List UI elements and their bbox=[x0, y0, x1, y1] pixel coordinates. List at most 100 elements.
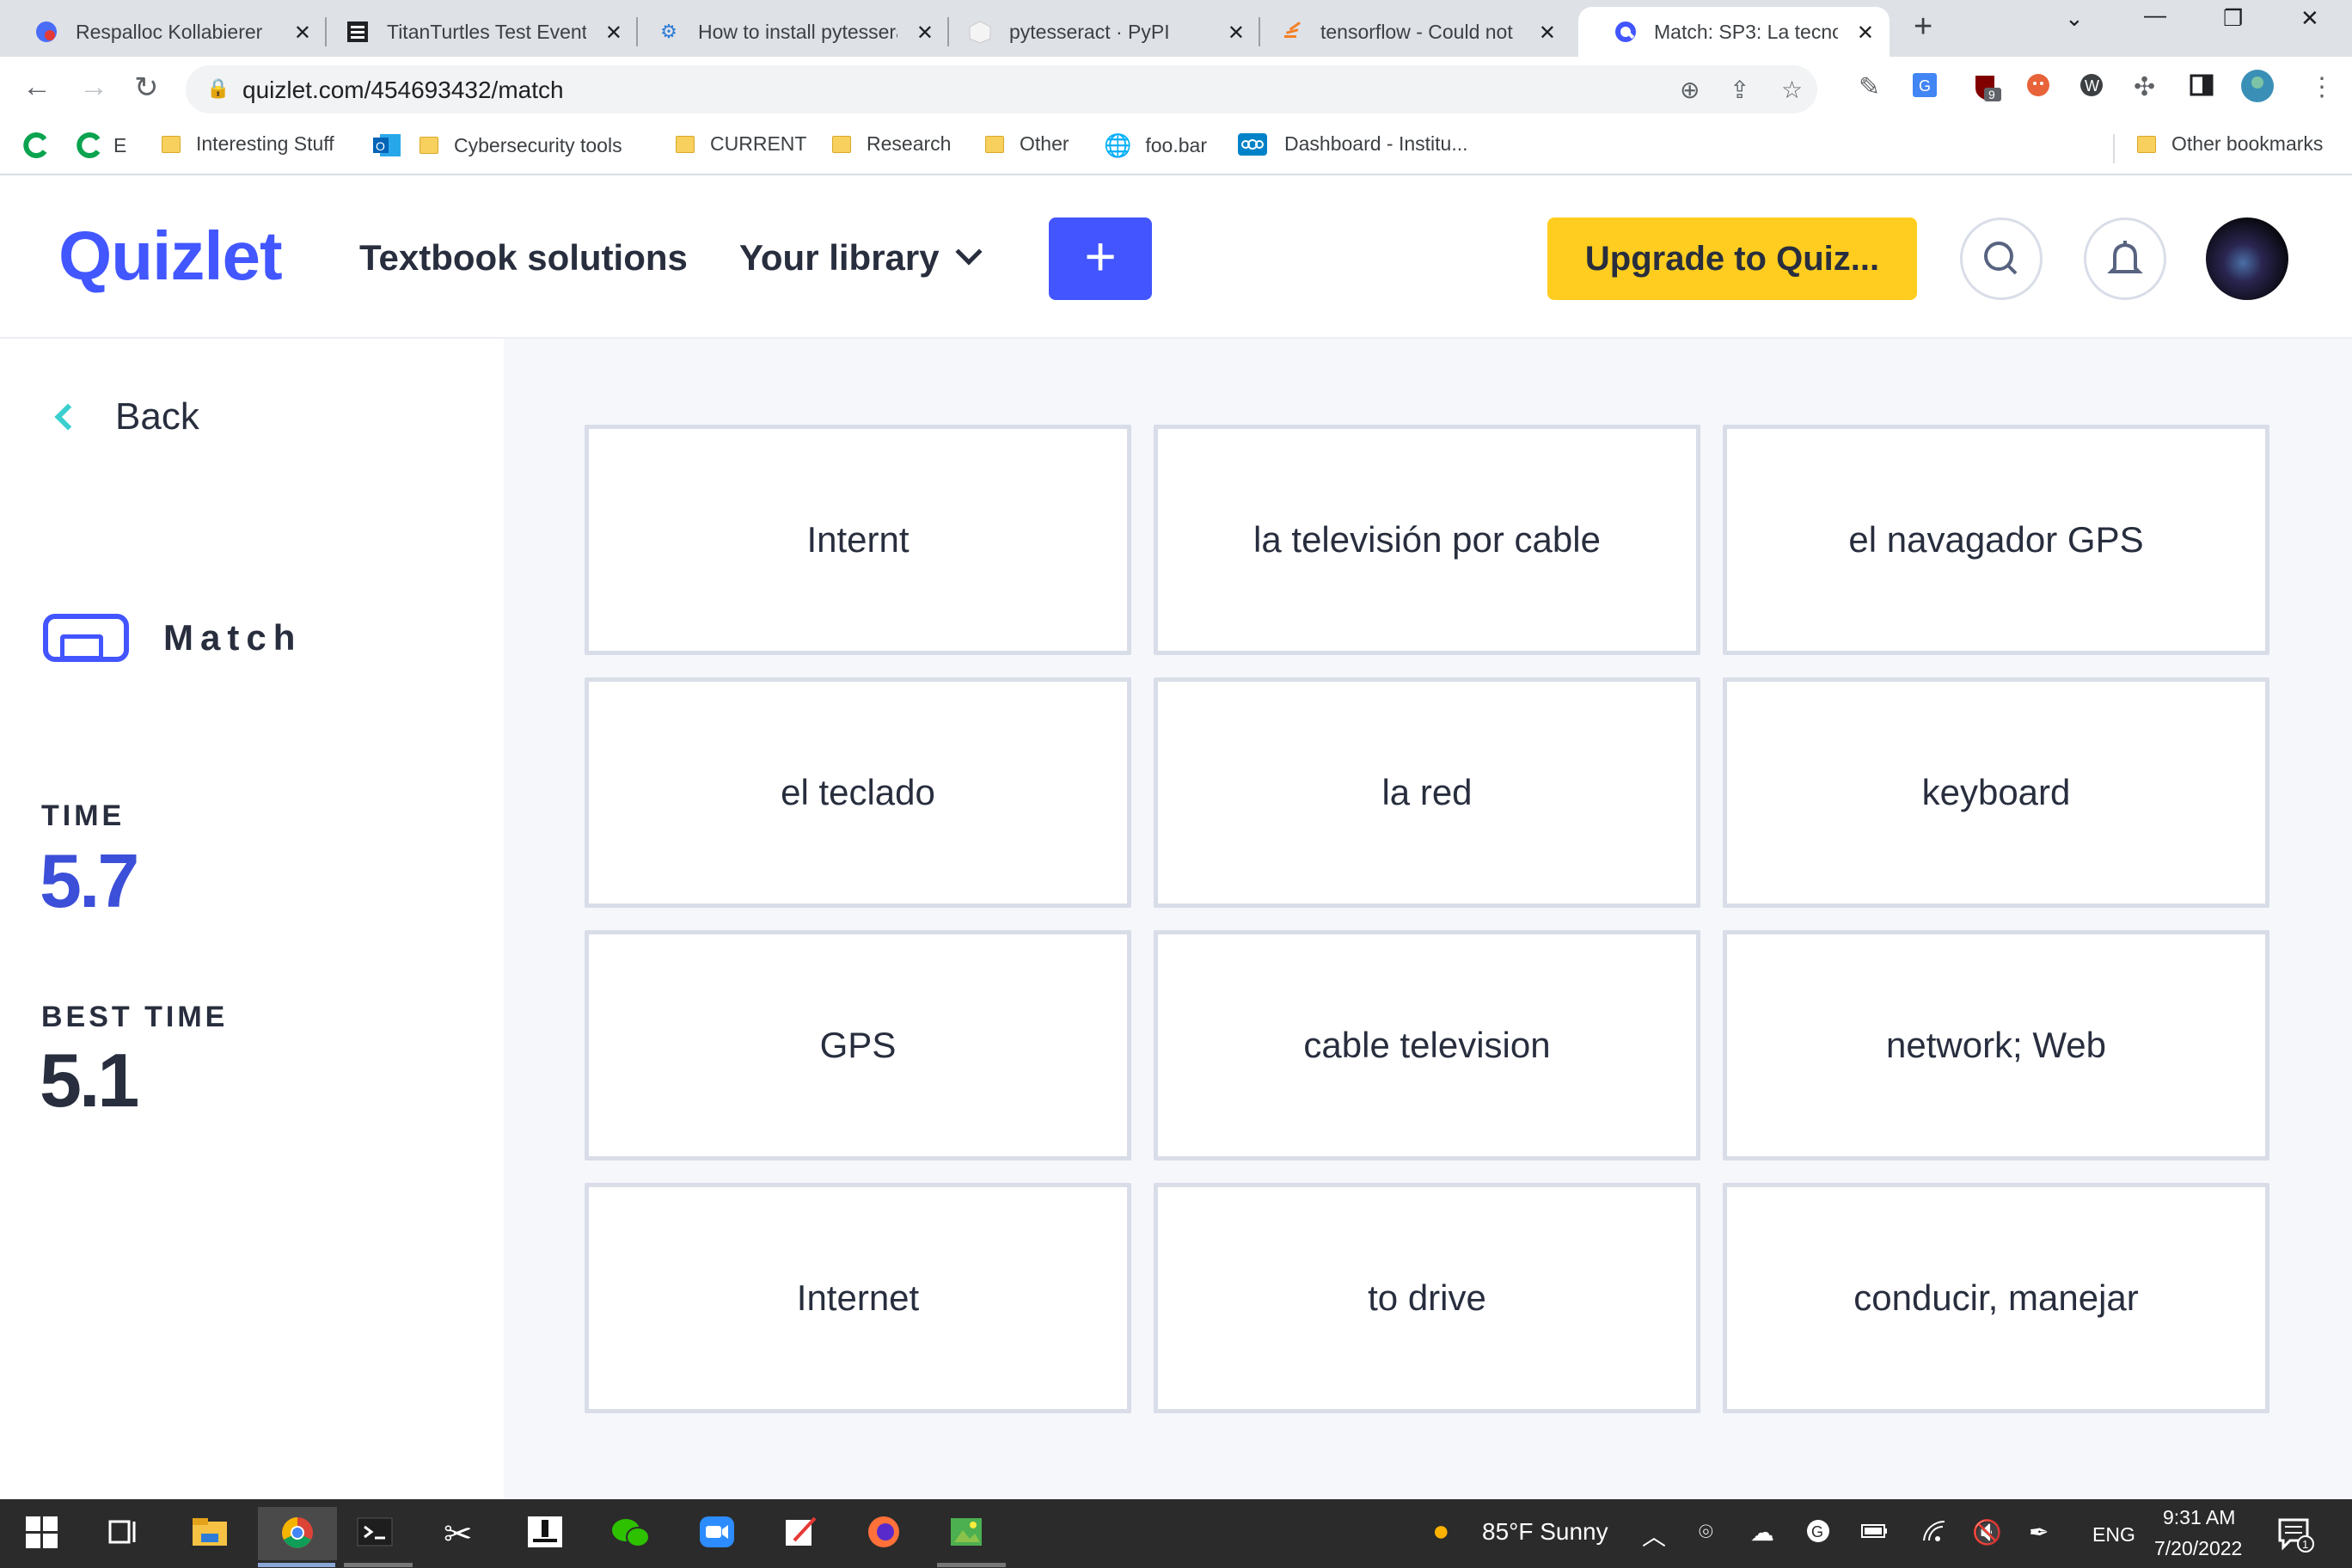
bookmark-folder[interactable]: Research bbox=[832, 132, 951, 156]
match-card[interactable]: keyboard bbox=[1723, 677, 2269, 908]
match-card[interactable]: el navagador GPS bbox=[1723, 425, 2269, 655]
textbook-solutions-link[interactable]: Textbook solutions bbox=[359, 237, 688, 279]
language-indicator[interactable]: ENG bbox=[2092, 1523, 2135, 1547]
match-card[interactable]: la televisión por cable bbox=[1154, 425, 1700, 655]
onedrive-cloud-icon[interactable]: ☁ bbox=[1750, 1518, 1774, 1547]
browser-tab[interactable]: tensorflow - Could not ✕ bbox=[1245, 7, 1571, 57]
windows-start-icon[interactable] bbox=[24, 1515, 58, 1558]
mode-label: Match bbox=[163, 617, 303, 658]
meet-icon[interactable]: ⌾ bbox=[1699, 1518, 1713, 1547]
translate-icon[interactable]: G bbox=[1912, 72, 1938, 105]
bookmark-item[interactable]: 🌐 foo.bar bbox=[1104, 132, 1207, 159]
tab-search-icon[interactable]: ⌄ bbox=[2065, 5, 2084, 32]
bookmark-item[interactable]: Dashboard - Institu... bbox=[1238, 132, 1468, 156]
url-text[interactable]: quizlet.com/454693432/match bbox=[242, 77, 564, 104]
other-bookmarks-folder[interactable]: Other bookmarks bbox=[2137, 132, 2323, 156]
match-card[interactable]: el teclado bbox=[585, 677, 1131, 908]
eyedropper-icon[interactable]: ✎ bbox=[1859, 72, 1880, 102]
bookmark-folder[interactable]: Interesting Stuff bbox=[162, 132, 334, 156]
quizlet-logo[interactable]: Quizlet bbox=[58, 217, 283, 296]
close-tab-icon[interactable]: ✕ bbox=[916, 21, 934, 46]
reload-icon[interactable]: ↻ bbox=[134, 70, 159, 105]
match-card[interactable]: Internt bbox=[585, 425, 1131, 655]
bookmark-label: CURRENT bbox=[710, 132, 807, 155]
browser-tab[interactable]: ⚙ How to install pytesseract ✕ bbox=[622, 7, 949, 57]
wechat-icon[interactable] bbox=[610, 1515, 652, 1558]
back-button[interactable]: Back bbox=[54, 395, 199, 438]
wifi-icon[interactable] bbox=[1920, 1518, 1946, 1550]
zoom-app-icon[interactable] bbox=[698, 1515, 736, 1558]
new-tab-button[interactable]: + bbox=[1914, 9, 1932, 46]
firefox-icon[interactable] bbox=[865, 1515, 903, 1558]
snipping-tool-icon[interactable]: ✂ bbox=[444, 1515, 473, 1554]
back-arrow-icon[interactable]: ← bbox=[22, 70, 52, 104]
close-window-icon[interactable]: ✕ bbox=[2300, 5, 2319, 32]
minimize-icon[interactable]: — bbox=[2144, 2, 2166, 28]
weather-text[interactable]: 85°F Sunny bbox=[1482, 1518, 1608, 1546]
bookmark-item[interactable]: E bbox=[76, 132, 126, 158]
menu-kebab-icon[interactable]: ⋮ bbox=[2309, 72, 2335, 102]
match-card[interactable]: conducir, manejar bbox=[1723, 1183, 2269, 1413]
your-library-link[interactable]: Your library bbox=[739, 237, 940, 279]
close-tab-icon[interactable]: ✕ bbox=[1539, 21, 1556, 46]
battery-icon[interactable] bbox=[1860, 1518, 1890, 1550]
clock-time[interactable]: 9:31 AM bbox=[2163, 1506, 2235, 1529]
wordpress-icon[interactable]: W bbox=[2079, 72, 2104, 105]
puzzle-extensions-icon[interactable]: ✣ bbox=[2134, 72, 2155, 102]
address-bar[interactable]: 🔒 quizlet.com/454693432/match ⊕ ⇪ ☆ bbox=[186, 65, 1817, 113]
search-button[interactable] bbox=[1960, 217, 2043, 300]
match-card[interactable]: Internet bbox=[585, 1183, 1131, 1413]
folder-icon bbox=[162, 135, 181, 153]
browser-tab-active[interactable]: Match: SP3: La tecnología ✕ bbox=[1578, 7, 1890, 57]
bookmark-label: Dashboard - Institu... bbox=[1284, 132, 1468, 155]
bookmark-folder[interactable]: Other bbox=[985, 132, 1069, 156]
close-tab-icon[interactable]: ✕ bbox=[294, 21, 311, 46]
close-tab-icon[interactable]: ✕ bbox=[605, 21, 622, 46]
match-card[interactable]: to drive bbox=[1154, 1183, 1700, 1413]
file-explorer-icon[interactable] bbox=[191, 1515, 229, 1558]
terminal-icon[interactable] bbox=[356, 1515, 394, 1558]
browser-tab[interactable]: pytesseract · PyPI ✕ bbox=[934, 7, 1260, 57]
ublock-icon[interactable]: 9 bbox=[1972, 72, 2003, 110]
notepad-icon[interactable] bbox=[782, 1515, 820, 1558]
upgrade-button[interactable]: Upgrade to Quiz... bbox=[1547, 217, 1917, 300]
browser-tab-strip: Respalloc Kollabierer ✕ TitanTurtles Tes… bbox=[0, 0, 2352, 57]
brave-lion-icon[interactable] bbox=[2025, 72, 2051, 105]
star-icon[interactable]: ☆ bbox=[1781, 76, 1803, 104]
match-card[interactable]: network; Web bbox=[1723, 930, 2269, 1161]
side-panel-icon[interactable] bbox=[2189, 72, 2214, 105]
browser-tab[interactable]: TitanTurtles Test Event ✕ bbox=[311, 7, 638, 57]
bookmark-folder[interactable]: CURRENT bbox=[676, 132, 806, 156]
profile-avatar-icon[interactable] bbox=[2240, 69, 2275, 110]
browser-tab[interactable]: Respalloc Kollabierer ✕ bbox=[0, 7, 327, 57]
task-view-icon[interactable] bbox=[107, 1515, 141, 1558]
clock-date[interactable]: 7/20/2022 bbox=[2154, 1537, 2242, 1560]
bookmark-item[interactable] bbox=[22, 132, 48, 158]
search-icon bbox=[1984, 242, 2018, 275]
speaker-muted-icon[interactable]: 🔇 bbox=[1972, 1518, 2002, 1547]
svg-text:9: 9 bbox=[1988, 88, 1995, 101]
chevron-up-icon[interactable]: ︿ bbox=[1642, 1518, 1666, 1553]
image-viewer-icon[interactable] bbox=[947, 1515, 985, 1558]
weather-sun-icon[interactable]: ● bbox=[1432, 1515, 1450, 1548]
tab-title: How to install pytesseract bbox=[698, 20, 897, 43]
restore-icon[interactable]: ❐ bbox=[2223, 5, 2243, 32]
forward-arrow-icon[interactable]: → bbox=[79, 70, 108, 104]
user-avatar[interactable] bbox=[2206, 217, 2288, 300]
chevron-down-icon[interactable] bbox=[955, 238, 983, 266]
create-button[interactable]: + bbox=[1049, 217, 1152, 300]
close-tab-icon[interactable]: ✕ bbox=[1857, 21, 1874, 46]
match-card[interactable]: la red bbox=[1154, 677, 1700, 908]
notifications-button[interactable] bbox=[2084, 217, 2166, 300]
match-card[interactable]: GPS bbox=[585, 930, 1131, 1161]
pen-icon[interactable]: ✒ bbox=[2029, 1518, 2049, 1547]
zoom-icon[interactable]: ⊕ bbox=[1680, 76, 1700, 104]
share-icon[interactable]: ⇪ bbox=[1730, 76, 1749, 104]
match-card[interactable]: cable television bbox=[1154, 930, 1700, 1161]
grammarly-icon[interactable]: G bbox=[1805, 1518, 1831, 1550]
notification-center-icon[interactable]: 1 bbox=[2276, 1515, 2314, 1559]
kindle-reader-icon[interactable] bbox=[526, 1515, 564, 1558]
close-tab-icon[interactable]: ✕ bbox=[1228, 21, 1245, 46]
bookmark-folder[interactable]: O Cybersecurity tools bbox=[373, 132, 622, 158]
chrome-taskbar-button[interactable] bbox=[258, 1507, 337, 1560]
